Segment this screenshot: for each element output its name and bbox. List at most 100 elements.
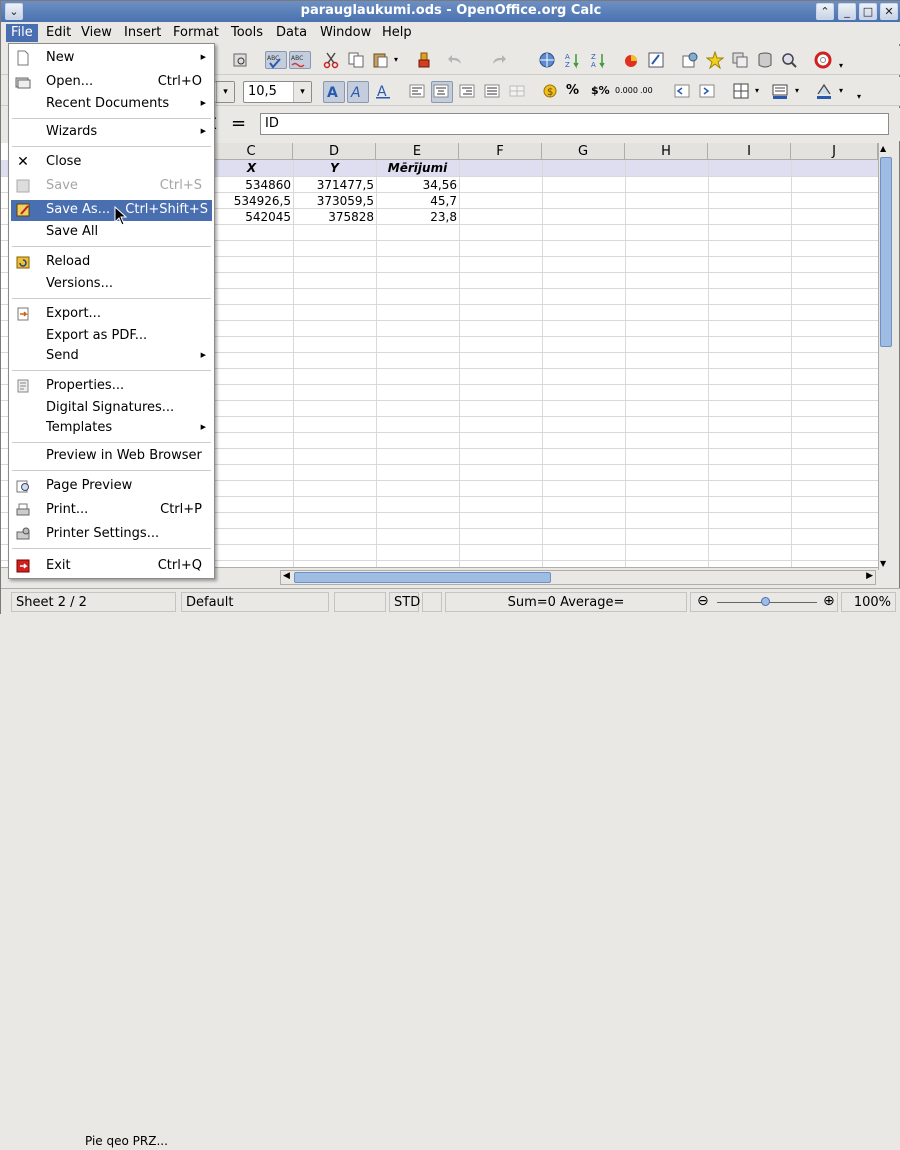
menu-edit[interactable]: Edit <box>41 24 76 42</box>
sheet-tab[interactable]: Pie qeo PRZ... <box>81 1134 172 1150</box>
menu-item-page-preview[interactable]: Page Preview <box>11 476 212 497</box>
scroll-up-icon[interactable]: ▲ <box>880 144 886 153</box>
menu-item-digital-signatures[interactable]: Digital Signatures... <box>11 398 212 419</box>
menu-tools[interactable]: Tools <box>226 24 268 42</box>
roll-up-chevron-icon[interactable]: ⌃ <box>816 3 834 20</box>
vertical-scroll-thumb[interactable] <box>880 157 892 347</box>
merge-cells-icon[interactable] <box>508 82 526 100</box>
paste-dropdown-icon[interactable]: ▾ <box>394 51 404 69</box>
font-color-dropdown-icon[interactable]: ▾ <box>839 82 849 100</box>
clone-formatting-icon[interactable] <box>415 51 433 69</box>
menu-item-properties[interactable]: Properties... <box>11 376 212 397</box>
menu-data[interactable]: Data <box>271 24 312 42</box>
undo-icon[interactable] <box>446 51 464 69</box>
cell-d2[interactable]: 371477,5 <box>293 177 376 193</box>
zoom-in-icon[interactable]: ⊕ <box>823 594 835 609</box>
align-center-icon[interactable] <box>431 81 453 103</box>
column-header-f[interactable]: F <box>459 143 542 160</box>
menu-item-save-all[interactable]: Save All <box>11 222 212 243</box>
cell-c3[interactable]: 534926,5 <box>210 193 293 209</box>
cell-c4[interactable]: 542045 <box>210 209 293 225</box>
scroll-down-icon[interactable]: ▼ <box>880 559 886 568</box>
spellcheck-icon[interactable]: ABC <box>265 51 287 69</box>
background-dropdown-icon[interactable]: ▾ <box>795 82 805 100</box>
percent-format-icon[interactable]: % <box>566 82 584 100</box>
column-header-h[interactable]: H <box>625 143 708 160</box>
menu-item-new[interactable]: New ▶ <box>11 48 212 69</box>
borders-dropdown-icon[interactable]: ▾ <box>755 82 765 100</box>
zoom-slider[interactable]: ⊖ ⊕ <box>690 592 838 612</box>
column-header-e[interactable]: E <box>376 143 459 160</box>
menu-item-close[interactable]: ✕ Close <box>11 152 212 173</box>
print-preview-icon[interactable] <box>231 51 249 69</box>
zoom-icon[interactable] <box>780 51 798 69</box>
menu-item-recent-documents[interactable]: Recent Documents ▶ <box>11 94 212 115</box>
font-name-combo-arrow[interactable]: ▾ <box>215 81 235 103</box>
borders-icon[interactable] <box>732 82 750 100</box>
menu-item-preview-web[interactable]: Preview in Web Browser <box>11 446 212 467</box>
navigator-icon[interactable] <box>681 51 699 69</box>
chart-icon[interactable] <box>622 51 640 69</box>
menu-item-wizards[interactable]: Wizards ▶ <box>11 122 212 143</box>
vertical-scrollbar[interactable]: ▲ ▼ <box>878 143 892 570</box>
zoom-thumb[interactable] <box>761 597 770 606</box>
cell-e4[interactable]: 23,8 <box>376 209 459 225</box>
maximize-icon[interactable]: □ <box>859 3 877 20</box>
horizontal-scroll-thumb[interactable] <box>294 572 551 583</box>
menu-item-print[interactable]: Print... Ctrl+P <box>11 500 212 521</box>
align-right-icon[interactable] <box>458 82 476 100</box>
formula-input[interactable]: ID <box>260 113 889 135</box>
sort-ascending-icon[interactable]: AZ <box>563 51 581 69</box>
close-window-icon[interactable]: ✕ <box>880 3 898 20</box>
cell-c2[interactable]: 534860 <box>210 177 293 193</box>
status-page-style[interactable]: Default <box>181 592 329 612</box>
cut-icon[interactable] <box>322 51 340 69</box>
status-mode[interactable]: STD <box>389 592 420 612</box>
zoom-out-icon[interactable]: ⊖ <box>697 594 709 609</box>
scroll-left-icon[interactable]: ◀ <box>283 571 290 581</box>
header-cell-y[interactable]: Y <box>293 160 376 176</box>
justify-icon[interactable] <box>483 82 501 100</box>
underline-icon[interactable]: A <box>374 82 392 100</box>
toolbar-overflow-icon[interactable]: ▾ <box>839 51 849 70</box>
bold-icon[interactable]: A <box>323 81 345 103</box>
cell-d3[interactable]: 373059,5 <box>293 193 376 209</box>
menu-item-exit[interactable]: Exit Ctrl+Q <box>11 556 212 577</box>
add-decimal-icon[interactable]: 0.000 <box>615 82 638 100</box>
menu-file[interactable]: File <box>6 24 38 42</box>
menu-item-export-pdf[interactable]: Export as PDF... <box>11 326 212 347</box>
italic-icon[interactable]: A <box>347 81 369 103</box>
align-left-icon[interactable] <box>408 82 426 100</box>
menu-item-send[interactable]: Send ▶ <box>11 346 212 367</box>
minimize-icon[interactable]: _ <box>838 3 856 20</box>
standard-format-icon[interactable]: $% <box>591 82 611 100</box>
delete-decimal-icon[interactable]: .00 <box>640 82 660 100</box>
font-size-combo[interactable]: 10,5 ▾ <box>243 81 312 103</box>
autospellcheck-icon[interactable]: ABC <box>289 51 311 69</box>
menu-item-save-as[interactable]: Save As... Ctrl+Shift+S <box>11 200 212 221</box>
horizontal-scrollbar[interactable]: ◀ ▶ <box>280 570 876 585</box>
copy-icon[interactable] <box>347 51 365 69</box>
menu-item-reload[interactable]: Reload <box>11 252 212 273</box>
menu-item-versions[interactable]: Versions... <box>11 274 212 295</box>
title-bar[interactable]: ⌄ parauglaukumi.ods - OpenOffice.org Cal… <box>1 1 900 22</box>
increase-indent-icon[interactable] <box>698 82 716 100</box>
paste-icon[interactable] <box>372 51 390 69</box>
cell-e2[interactable]: 34,56 <box>376 177 459 193</box>
menu-item-save[interactable]: Save Ctrl+S <box>11 176 212 197</box>
menu-item-printer-settings[interactable]: Printer Settings... <box>11 524 212 545</box>
background-color-icon[interactable] <box>771 82 789 100</box>
toolbar2-overflow-icon[interactable]: ▾ <box>857 82 867 101</box>
redo-icon[interactable] <box>490 51 508 69</box>
cell-e3[interactable]: 45,7 <box>376 193 459 209</box>
column-header-j[interactable]: J <box>791 143 878 160</box>
menu-window[interactable]: Window <box>315 24 376 42</box>
menu-insert[interactable]: Insert <box>119 24 166 42</box>
header-cell-x[interactable]: X <box>210 160 293 176</box>
column-header-g[interactable]: G <box>542 143 625 160</box>
header-cell-merijumi[interactable]: Mērījumi <box>376 160 459 176</box>
database-icon[interactable] <box>756 51 774 69</box>
menu-item-open[interactable]: Open... Ctrl+O <box>11 72 212 93</box>
sort-descending-icon[interactable]: ZA <box>589 51 607 69</box>
status-zoom[interactable]: 100% <box>841 592 896 612</box>
